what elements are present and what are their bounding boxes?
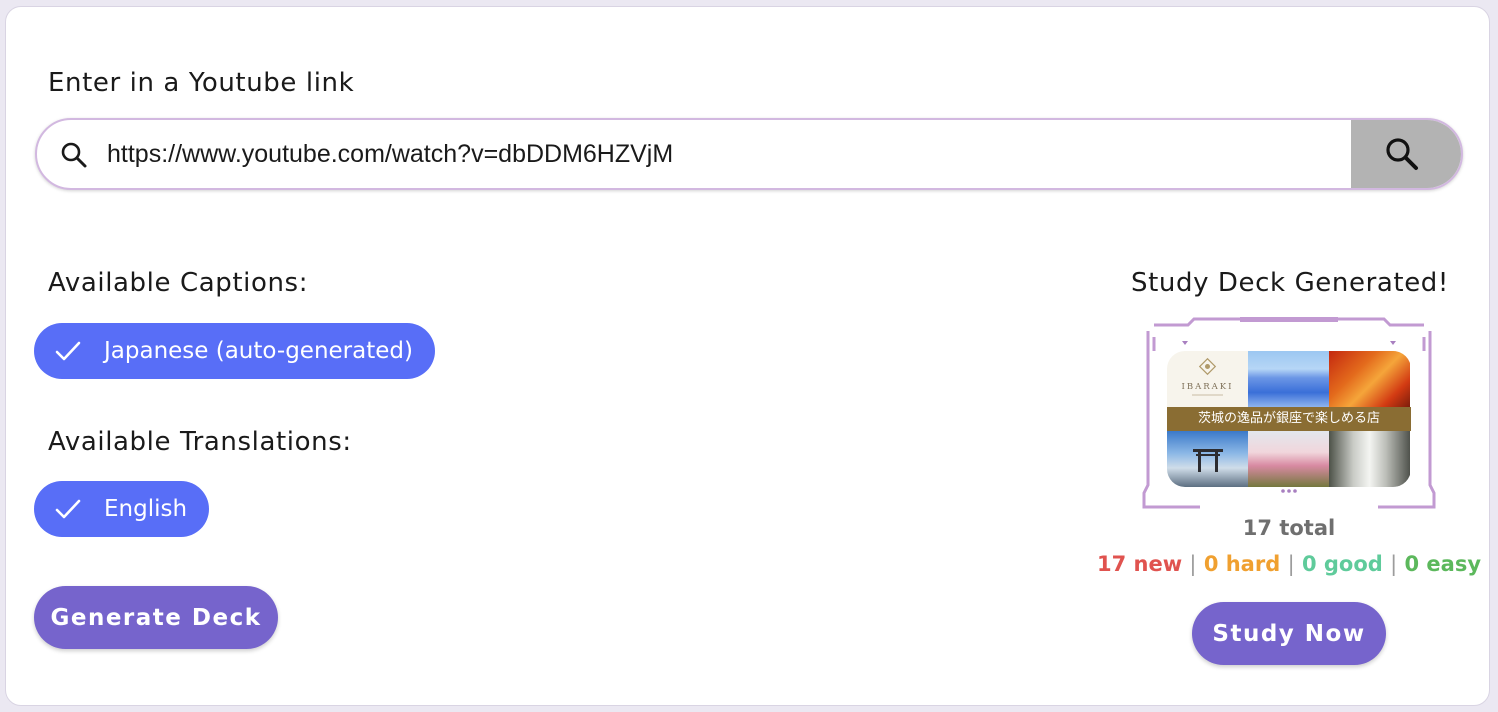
ibaraki-logo-tile: IBARAKI [1167, 351, 1248, 407]
captions-heading: Available Captions: [48, 268, 309, 298]
deck-banner: 茨城の逸品が銀座で楽しめる店 [1167, 407, 1411, 431]
deck-thumbnail: IBARAKI 茨城の逸品が銀座で楽しめる店 [1167, 351, 1411, 487]
stat-separator: | [1390, 552, 1398, 576]
check-icon [55, 341, 81, 361]
svg-text:IBARAKI: IBARAKI [1182, 382, 1234, 392]
generate-deck-button[interactable]: Generate Deck [34, 586, 278, 649]
url-heading: Enter in a Youtube link [48, 68, 355, 98]
deck-stats: 17 new | 0 hard | 0 good | 0 easy [1090, 552, 1488, 576]
deck-total: 17 total [1242, 516, 1336, 540]
check-icon [55, 499, 81, 519]
search-icon [1386, 138, 1418, 170]
easy-count: 0 easy [1404, 552, 1482, 576]
hard-count: 0 hard [1203, 552, 1281, 576]
waterfall-tile [1329, 431, 1410, 487]
deck-heading: Study Deck Generated! [1131, 268, 1449, 298]
caption-chip-japanese[interactable]: Japanese (auto-generated) [34, 323, 435, 379]
autumn-bridge-tile [1329, 351, 1410, 407]
stat-separator: | [1287, 552, 1295, 576]
new-count: 17 new [1096, 552, 1183, 576]
url-search-bar [35, 118, 1463, 190]
torii-sea-tile [1167, 431, 1248, 487]
translations-heading: Available Translations: [48, 427, 352, 457]
search-button[interactable] [1351, 120, 1461, 188]
search-icon [61, 142, 87, 168]
good-count: 0 good [1301, 552, 1383, 576]
translation-chip-label: English [104, 496, 188, 522]
url-input[interactable] [107, 128, 1307, 180]
torii-icon [1193, 449, 1223, 472]
plum-blossom-tile [1248, 431, 1329, 487]
translation-chip-english[interactable]: English [34, 481, 210, 537]
study-now-button[interactable]: Study Now [1192, 602, 1386, 665]
caption-chip-label: Japanese (auto-generated) [104, 338, 413, 364]
nemophila-field-tile [1248, 351, 1329, 407]
ibaraki-logo: IBARAKI [1182, 357, 1234, 396]
stat-separator: | [1189, 552, 1197, 576]
